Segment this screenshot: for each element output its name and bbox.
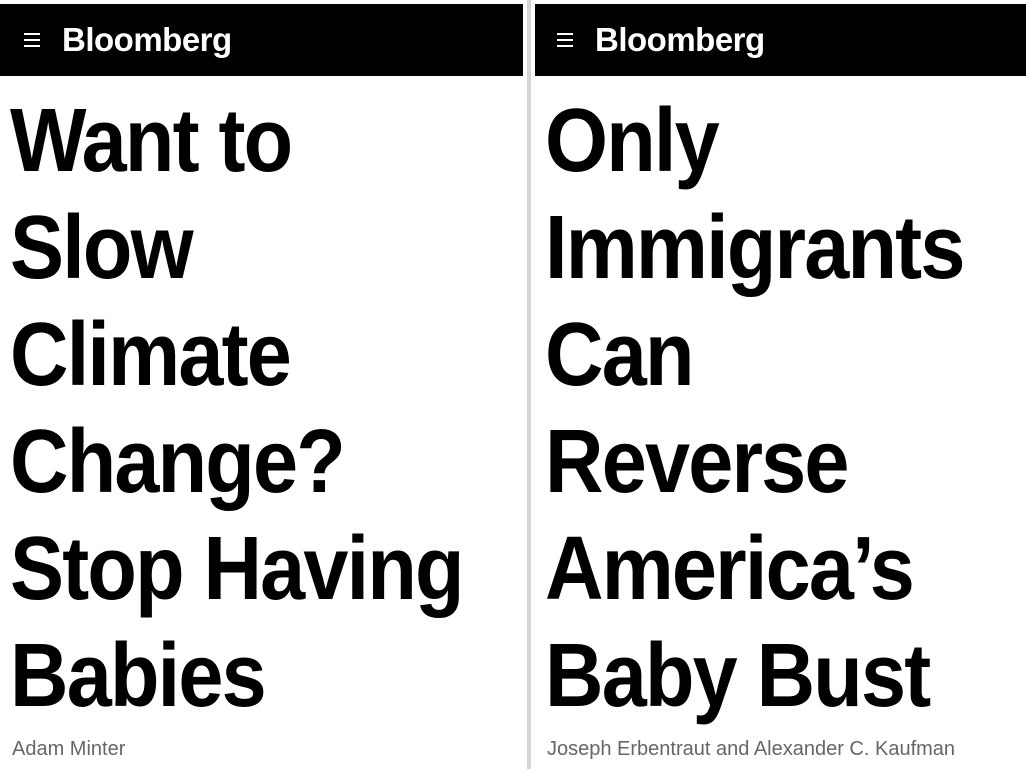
headline-line: America’s (545, 519, 915, 619)
bloomberg-logo[interactable]: Bloomberg (62, 21, 232, 59)
headline-line: Immigrants (545, 198, 965, 298)
right-headline: Only Immigrants Can Reverse America’s Ba… (545, 88, 1010, 730)
headline-line: Climate (10, 305, 292, 405)
bloomberg-logo[interactable]: Bloomberg (595, 21, 765, 59)
headline-line: Change? (10, 412, 346, 512)
hamburger-menu-icon[interactable] (24, 33, 40, 47)
headline-line: Reverse (545, 412, 849, 512)
headline-line: Can (545, 305, 694, 405)
right-top-bar: Bloomberg (535, 4, 1026, 76)
headline-line: Baby Bust (545, 626, 931, 726)
side-by-side-screenshots: Bloomberg Want to Slow Climate Change? S… (0, 0, 1026, 769)
left-headline: Want to Slow Climate Change? Stop Having… (10, 88, 513, 730)
hamburger-menu-icon[interactable] (557, 33, 573, 47)
left-top-bar: Bloomberg (0, 4, 523, 76)
headline-line: Babies (10, 626, 267, 726)
left-byline[interactable]: Adam Minter (12, 738, 125, 761)
left-article-panel: Bloomberg Want to Slow Climate Change? S… (0, 0, 527, 769)
headline-line: Slow (10, 198, 194, 298)
right-article-panel: Bloomberg Only Immigrants Can Reverse Am… (531, 0, 1026, 769)
headline-line: Stop Having (10, 519, 465, 619)
headline-line: Only (545, 91, 720, 191)
right-byline[interactable]: Joseph Erbentraut and Alexander C. Kaufm… (547, 738, 955, 761)
headline-line: Want to (10, 91, 293, 191)
